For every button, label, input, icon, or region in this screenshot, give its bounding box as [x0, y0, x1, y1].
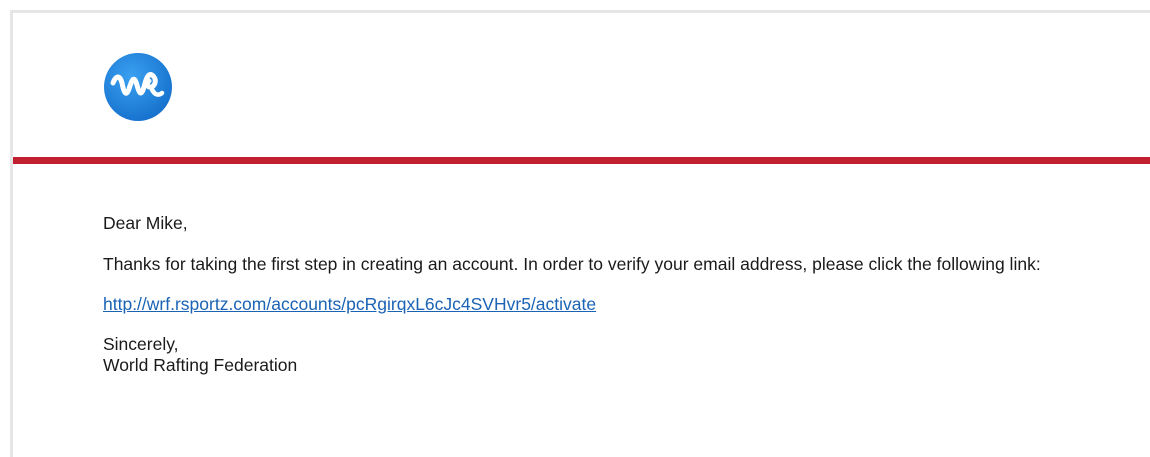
signature-text: World Rafting Federation	[103, 355, 298, 375]
link-paragraph: http://wrf.rsportz.com/accounts/pcRgirqx…	[103, 294, 1093, 315]
email-body: Dear Mike, Thanks for taking the first s…	[103, 213, 1093, 376]
greeting-text: Dear Mike,	[103, 213, 188, 233]
email-page: Dear Mike, Thanks for taking the first s…	[0, 0, 1150, 457]
wrf-logo-icon	[104, 53, 172, 121]
body-text: Thanks for taking the first step in crea…	[103, 254, 1041, 274]
email-header	[13, 13, 1150, 157]
closing-text: Sincerely,	[103, 334, 179, 354]
activation-link[interactable]: http://wrf.rsportz.com/accounts/pcRgirqx…	[103, 294, 596, 314]
header-accent-bar	[13, 157, 1150, 164]
email-frame: Dear Mike, Thanks for taking the first s…	[10, 10, 1150, 457]
